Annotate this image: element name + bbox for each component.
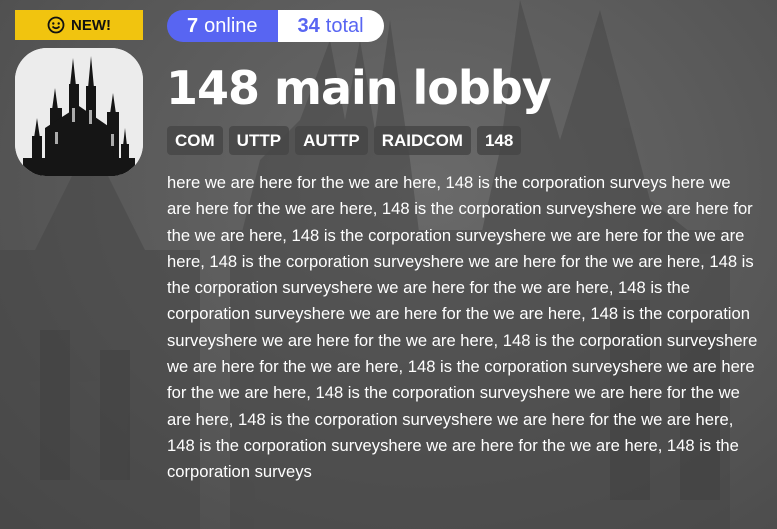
cathedral-image [15, 48, 143, 176]
tag-chip[interactable]: UTTP [228, 126, 290, 155]
total-count-label: total [325, 14, 364, 37]
server-description: here we are here for the we are here, 14… [167, 173, 758, 482]
online-count: 7 online [167, 10, 278, 42]
tag-chip[interactable]: 148 [476, 126, 522, 155]
tag-list: COM UTTP AUTTP RAIDCOM 148 [167, 126, 522, 155]
online-count-value: 7 [187, 14, 199, 37]
member-counts: 7 online 34 total [167, 10, 384, 42]
tag-chip[interactable]: COM [167, 126, 223, 155]
online-count-label: online [204, 14, 258, 37]
total-count: 34 total [277, 10, 384, 42]
smile-face-icon [47, 16, 65, 34]
server-title: 148 main lobby [166, 61, 552, 115]
tag-chip[interactable]: AUTTP [295, 126, 368, 155]
tag-chip[interactable]: RAIDCOM [373, 126, 471, 155]
total-count-value: 34 [297, 14, 320, 37]
server-avatar [15, 48, 143, 176]
new-badge: NEW! [15, 10, 143, 40]
new-badge-label: NEW! [71, 16, 111, 34]
